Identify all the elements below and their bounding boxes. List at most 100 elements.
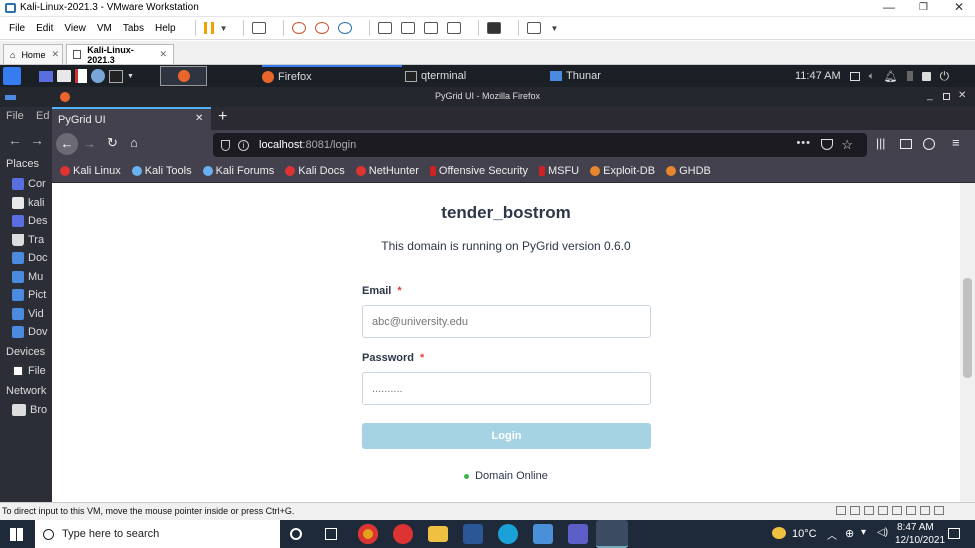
- bookmark-kali-linux[interactable]: Kali Linux: [60, 165, 121, 177]
- bookmark-exploit-db[interactable]: Exploit-DB: [590, 165, 655, 177]
- word-icon[interactable]: [463, 524, 483, 544]
- close-icon[interactable]: ✕: [159, 49, 167, 60]
- home-button[interactable]: ⌂: [130, 135, 138, 150]
- places-item[interactable]: Pict: [0, 286, 52, 304]
- page-actions-icon[interactable]: •••: [796, 137, 811, 149]
- close-tab-icon[interactable]: ✕: [195, 113, 203, 124]
- bookmark-msfu[interactable]: MSFU: [538, 165, 579, 177]
- chevron-down-icon[interactable]: ▼: [127, 73, 134, 80]
- send-ctrl-alt-del-icon[interactable]: [252, 22, 267, 34]
- scrollbar-thumb[interactable]: [963, 278, 972, 378]
- wifi-icon[interactable]: ▾: [861, 527, 866, 538]
- menu-vm[interactable]: VM: [97, 23, 112, 34]
- task-view-icon[interactable]: [325, 528, 337, 540]
- menu-view[interactable]: View: [64, 23, 86, 34]
- places-item[interactable]: Cor: [0, 175, 52, 193]
- tab-home[interactable]: ⌂ Home ✕: [3, 44, 63, 64]
- forward-icon[interactable]: →: [30, 132, 44, 148]
- display-icon[interactable]: [920, 506, 930, 515]
- weather-temp[interactable]: 10°C: [792, 528, 817, 540]
- places-item[interactable]: Vid: [0, 305, 52, 323]
- terminal-icon[interactable]: [109, 69, 123, 83]
- thumbnail-icon[interactable]: [401, 22, 416, 34]
- taskbar-time[interactable]: 8:47 AM: [897, 522, 934, 533]
- sidebar-icon[interactable]: [900, 139, 912, 149]
- kali-menu-icon[interactable]: [3, 67, 21, 85]
- text-editor-icon[interactable]: [75, 69, 87, 83]
- tab-pygrid-ui[interactable]: PyGrid UI ✕: [52, 107, 211, 130]
- speaker-icon[interactable]: ◁): [877, 527, 888, 538]
- weather-icon[interactable]: [772, 527, 786, 539]
- bookmark-kali-docs[interactable]: Kali Docs: [285, 165, 345, 177]
- message-log-icon[interactable]: [934, 506, 944, 515]
- bookmark-kali-forums[interactable]: Kali Forums: [202, 165, 274, 177]
- email-input[interactable]: [362, 305, 651, 338]
- edge-icon[interactable]: [498, 524, 518, 544]
- cd-icon[interactable]: [850, 506, 860, 515]
- file-explorer-icon[interactable]: [428, 526, 448, 542]
- bookmark-ghdb[interactable]: GHDB: [666, 165, 711, 177]
- hard-disk-icon[interactable]: [836, 506, 846, 515]
- remote-desktop-icon[interactable]: [533, 524, 553, 544]
- reload-button[interactable]: ↻: [107, 135, 118, 151]
- usb-icon[interactable]: [878, 506, 888, 515]
- bookmark-nethunter[interactable]: NetHunter: [355, 165, 419, 177]
- windows-start-icon[interactable]: [10, 528, 23, 541]
- menu-file[interactable]: File: [9, 23, 25, 34]
- notification-icon[interactable]: [948, 528, 960, 539]
- sound-icon[interactable]: [892, 506, 902, 515]
- menu-edit[interactable]: Edit: [36, 23, 53, 34]
- places-item[interactable]: kali: [0, 194, 52, 212]
- teams-icon[interactable]: [568, 524, 588, 544]
- network-adapter-icon[interactable]: [864, 506, 874, 515]
- menu-help[interactable]: Help: [155, 23, 176, 34]
- menu-icon[interactable]: ≡: [952, 135, 960, 150]
- places-item[interactable]: Doc: [0, 249, 52, 267]
- info-icon[interactable]: i: [238, 139, 249, 151]
- taskbar-window-qterminal[interactable]: qterminal: [405, 65, 466, 87]
- console-view-icon[interactable]: [487, 22, 502, 34]
- new-tab-button[interactable]: +: [218, 108, 227, 126]
- chrome-icon[interactable]: [358, 524, 378, 544]
- taskbar-window-firefox[interactable]: Firefox: [262, 65, 402, 87]
- file-manager-icon[interactable]: [57, 70, 71, 82]
- network-icon[interactable]: ⊕: [845, 527, 854, 540]
- close-icon[interactable]: ✕: [51, 49, 59, 60]
- printer-icon[interactable]: [906, 506, 916, 515]
- close-icon[interactable]: ✕: [954, 0, 964, 14]
- page-scrollbar[interactable]: [960, 183, 975, 502]
- menu-tabs[interactable]: Tabs: [123, 23, 144, 34]
- snapshot-icon[interactable]: [292, 22, 307, 34]
- pocket-icon[interactable]: [821, 139, 833, 150]
- account-icon[interactable]: [923, 138, 935, 150]
- taskbar-search-box[interactable]: Type here to search: [35, 520, 280, 548]
- taskbar-firefox-active[interactable]: [160, 66, 207, 86]
- bookmark-star-icon[interactable]: ☆: [841, 137, 853, 153]
- login-button[interactable]: Login: [362, 423, 651, 449]
- back-icon[interactable]: ←: [8, 132, 22, 148]
- minimize-icon[interactable]: —: [883, 0, 895, 14]
- panel-clock[interactable]: 11:47 AM: [795, 70, 841, 82]
- back-button[interactable]: ←: [56, 133, 78, 155]
- thunar-menu-edit[interactable]: Ed: [36, 110, 49, 122]
- unity-icon[interactable]: [447, 22, 462, 34]
- volume-icon[interactable]: 🔈︎: [869, 71, 875, 82]
- pause-icon[interactable]: [203, 22, 214, 34]
- browser-icon[interactable]: [91, 69, 105, 83]
- network-item[interactable]: Bro: [0, 401, 52, 419]
- cortana-icon[interactable]: [290, 528, 302, 540]
- places-item[interactable]: Mu: [0, 268, 52, 286]
- bookmark-offensive-security[interactable]: Offensive Security: [429, 165, 528, 177]
- lock-icon[interactable]: [921, 71, 931, 81]
- places-item[interactable]: Tra: [0, 231, 52, 249]
- vmware-taskbar-icon[interactable]: [596, 520, 628, 548]
- places-item[interactable]: Dov: [0, 323, 52, 341]
- battery-icon[interactable]: [906, 71, 913, 81]
- app-icon[interactable]: [393, 524, 413, 544]
- taskbar-date[interactable]: 12/10/2021: [895, 535, 945, 546]
- forward-button[interactable]: →: [83, 136, 96, 151]
- chevron-up-icon[interactable]: ︿: [827, 527, 837, 542]
- url-bar[interactable]: i localhost :8081/login ••• ☆: [213, 133, 867, 157]
- workspace-icon[interactable]: [849, 71, 860, 81]
- maximize-icon[interactable]: ❐: [919, 2, 928, 13]
